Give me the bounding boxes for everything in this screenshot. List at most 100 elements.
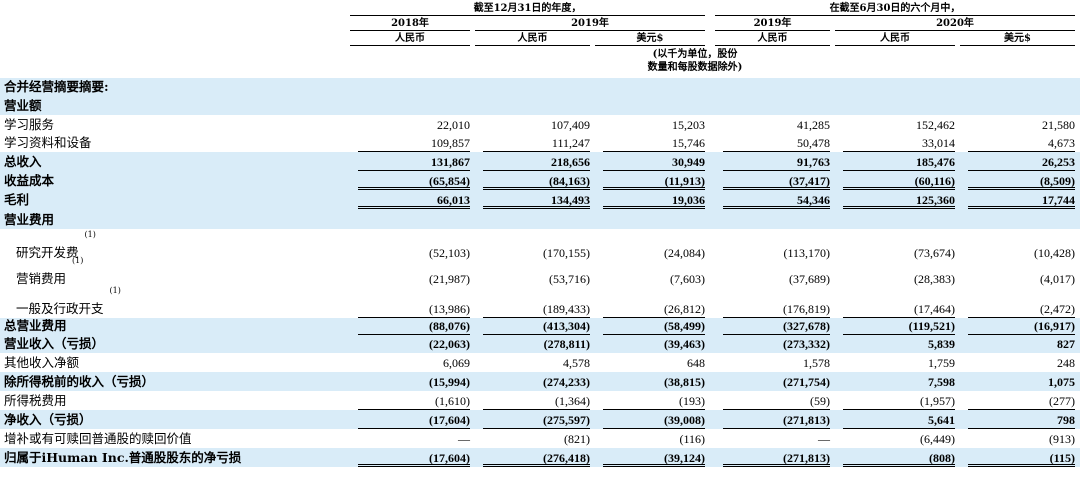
table-cell: (275,597): [543, 413, 590, 427]
table-cell: (28,383): [914, 272, 955, 286]
header-rule: [715, 45, 830, 46]
header-rule: [350, 30, 470, 31]
table-cell: 107,409: [551, 118, 590, 132]
cell-rule: [843, 187, 955, 188]
table-cell: (7,603): [670, 272, 705, 286]
header-rule: [715, 15, 1075, 16]
table-cell: (38,815): [664, 375, 705, 389]
header-rule: [835, 30, 1075, 31]
table-cell: (1,364): [555, 394, 590, 408]
header-rule: [595, 45, 705, 46]
cell-rule: [723, 466, 830, 467]
row-label: 学习服务: [4, 117, 55, 132]
table-cell: (113,170): [783, 246, 830, 260]
section-title-row: 合并经营摘要摘要:: [0, 78, 1080, 96]
financial-summary-page: 截至12月31日的年度， 在截至6月30日的六个月中， 2018年 2019年 …: [0, 0, 1080, 483]
row-label: 研究开发费(1): [16, 230, 96, 260]
table-cell: 1,578: [803, 356, 830, 370]
table-cell: (59): [810, 394, 830, 408]
row-label: 总营业费用: [4, 318, 67, 333]
cell-rule: [358, 187, 470, 188]
cell-rule: [603, 187, 705, 188]
currency-header: 人民币: [757, 33, 788, 44]
table-cell: (17,464): [914, 302, 955, 316]
table-cell: (39,008): [664, 413, 705, 427]
table-cell: (273,332): [783, 337, 830, 351]
cell-rule: [723, 187, 830, 188]
table-cell: 5,839: [928, 337, 955, 351]
cell-rule: [968, 466, 1075, 467]
table-cell: (271,754): [783, 375, 830, 389]
table-row: 总收入 131,867 218,656 30,949 91,763 185,476 26,2…: [0, 152, 1080, 171]
row-label: 所得税费用: [4, 393, 67, 408]
table-cell: (53,716): [549, 272, 590, 286]
section-title: 合并经营摘要摘要:: [4, 79, 109, 94]
table-cell: (88,076): [429, 319, 470, 333]
table-cell: 26,253: [1042, 155, 1075, 169]
table-cell: 1,759: [928, 356, 955, 370]
table-row: 营业费用: [0, 209, 1080, 229]
unit-note-line: 数量和每股数据除外): [647, 62, 743, 73]
table-cell: 41,285: [797, 118, 830, 132]
table-cell: (2,472): [1040, 302, 1075, 316]
year-header-2020: 2020年: [936, 18, 974, 29]
cell-rule: [358, 464, 470, 465]
cell-rule: [603, 206, 705, 207]
year-header-2019-annual: 2019年: [571, 18, 609, 29]
table-cell: (6,449): [920, 432, 955, 446]
cell-rule: [968, 206, 1075, 207]
table-cell: 185,476: [916, 155, 955, 169]
table-cell: 1,075: [1048, 375, 1075, 389]
row-label: 归属于iHuman Inc.普通股股东的净亏损: [4, 450, 242, 465]
footnote-marker: (1): [84, 230, 96, 239]
row-label: 毛利: [4, 192, 30, 207]
table-cell: (58,499): [664, 319, 705, 333]
summary-table: 合并经营摘要摘要: 营业额 学习服务 22,010 107,409 15,203 41,28…: [0, 78, 1080, 467]
period-header-annual: 截至12月31日的年度，: [473, 3, 582, 14]
header-rule: [475, 45, 590, 46]
header-rule: [350, 15, 705, 16]
period-header-six-months: 在截至6月30日的六个月中，: [829, 3, 961, 14]
table-cell: (1,957): [920, 394, 955, 408]
row-label: 除所得税前的收入（亏损）: [4, 374, 155, 389]
table-cell: (274,233): [543, 375, 590, 389]
row-label: 其他收入净额: [4, 355, 80, 370]
table-cell: (4,017): [1040, 272, 1075, 286]
row-label: 增补或有可赎回普通股的赎回价值: [4, 431, 192, 446]
table-cell: (327,678): [783, 319, 830, 333]
table-cell: 91,763: [797, 155, 830, 169]
table-cell: 22,010: [437, 118, 470, 132]
row-label: 总收入: [4, 154, 42, 169]
unit-note: (以千为单位，股份 数量和每股数据除外): [620, 48, 770, 74]
cell-rule: [358, 466, 470, 467]
table-cell: 4,578: [563, 356, 590, 370]
row-label: 收益成本: [4, 173, 55, 188]
table-row: 所得税费用 (1,610) (1,364) (193) (59) (1,957) (277): [0, 391, 1080, 410]
cell-rule: [483, 187, 590, 188]
table-cell: 7,598: [928, 375, 955, 389]
table-cell: (22,063): [429, 337, 470, 351]
cell-rule: [723, 206, 830, 207]
header-rule: [960, 45, 1075, 46]
table-cell: (13,986): [429, 302, 470, 316]
table-cell: —: [458, 432, 470, 446]
cell-rule: [483, 466, 590, 467]
table-row: 增补或有可赎回普通股的赎回价值 — (821) (116) — (6,449) (913): [0, 429, 1080, 448]
table-cell: (16,917): [1034, 319, 1075, 333]
year-header-2018: 2018年: [391, 18, 429, 29]
table-cell: (39,463): [664, 337, 705, 351]
table-cell: (193): [679, 394, 705, 408]
table-cell: 131,867: [431, 155, 470, 169]
table-row: 研究开发费(1) (52,103) (170,155) (24,084) (113,17…: [0, 229, 1080, 262]
table-row: 毛利 66,013 134,493 19,036 54,346 125,360 17,744: [0, 190, 1080, 209]
currency-header: 美元$: [1004, 33, 1031, 44]
unit-note-line: (以千为单位，股份: [652, 49, 738, 60]
year-header-2019-six: 2019年: [753, 18, 792, 29]
table-cell: 218,656: [551, 155, 590, 169]
cell-rule: [968, 464, 1075, 465]
footnote-marker: (1): [109, 286, 121, 295]
cell-rule: [723, 464, 830, 465]
table-cell: 798: [1057, 413, 1075, 427]
table-cell: (189,433): [543, 302, 590, 316]
table-cell: (15,994): [429, 375, 470, 389]
